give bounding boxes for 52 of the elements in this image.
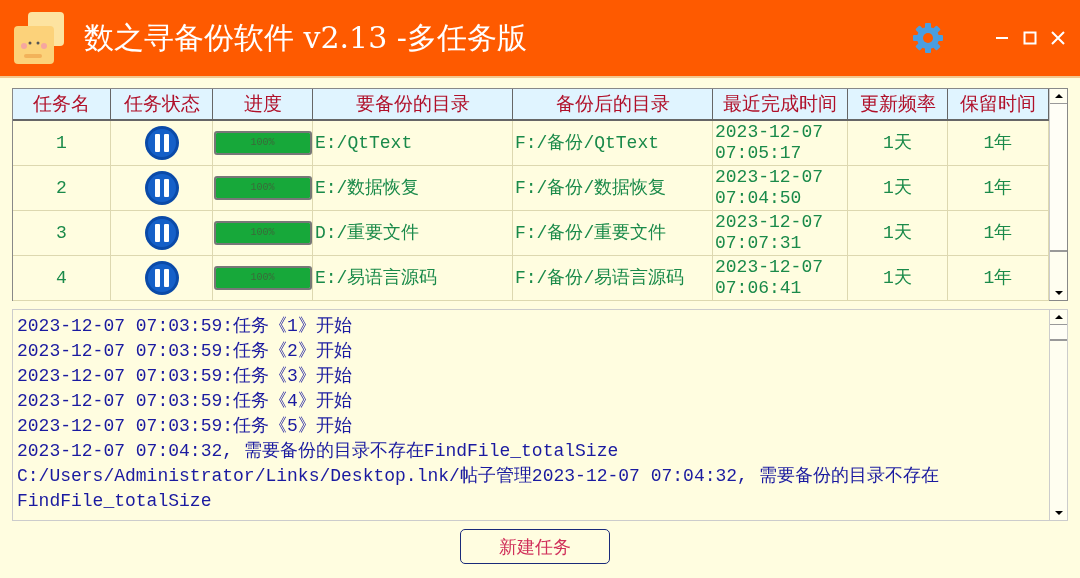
table-cell: 3 <box>13 211 111 256</box>
column-header: 更新频率 <box>848 89 948 121</box>
log-line: 2023-12-07 07:03:59:任务《3》开始 <box>17 365 353 388</box>
table-cell: D:/重要文件 <box>313 211 513 256</box>
table-cell: F:/备份/重要文件 <box>513 211 713 256</box>
table-cell: 2023-12-07 07:06:41 <box>713 256 848 301</box>
table-cell: E:/数据恢复 <box>313 166 513 211</box>
log-line: 2023-12-07 07:03:59:任务《2》开始 <box>17 340 353 363</box>
progress-label: 100% <box>249 226 276 240</box>
table-cell: 1天 <box>848 121 948 166</box>
log-line: 2023-12-07 07:03:59:任务《1》开始 <box>17 315 353 338</box>
pause-icon[interactable] <box>143 170 180 206</box>
progress-label: 100% <box>249 136 276 150</box>
log-line: 2023-12-07 07:03:59:任务《4》开始 <box>17 390 353 413</box>
table-cell: 4 <box>13 256 111 301</box>
log-line: 2023-12-07 07:04:32, 需要备份的目录不存在FindFile_totalSize <box>17 440 620 463</box>
window-title: 数之寻备份软件 v2.13 -多任务版 <box>84 18 528 57</box>
maximize-icon[interactable] <box>1022 30 1038 46</box>
new-task-button[interactable]: 新建任务 <box>460 529 610 564</box>
column-header: 进度 <box>213 89 313 121</box>
table-cell: 2 <box>13 166 111 211</box>
table-cell: 1天 <box>848 211 948 256</box>
column-header: 备份后的目录 <box>513 89 713 121</box>
pause-icon[interactable] <box>143 125 180 161</box>
column-header: 任务状态 <box>111 89 213 121</box>
pause-icon[interactable] <box>143 260 180 296</box>
table-cell: 2023-12-07 07:05:17 <box>713 121 848 166</box>
progress-label: 100% <box>249 271 276 285</box>
close-icon[interactable] <box>1050 30 1066 46</box>
table-cell: 2023-12-07 07:04:50 <box>713 166 848 211</box>
table-cell: F:/备份/QtText <box>513 121 713 166</box>
pause-icon[interactable] <box>143 215 180 251</box>
table-cell: F:/备份/数据恢复 <box>513 166 713 211</box>
scrollbar[interactable] <box>1049 310 1067 520</box>
scroll-thumb[interactable] <box>1050 324 1067 341</box>
column-header: 保留时间 <box>948 89 1049 121</box>
table-cell: 1 <box>13 121 111 166</box>
log-line: 2023-12-07 07:03:59:任务《5》开始 <box>17 415 353 438</box>
table-cell: 2023-12-07 07:07:31 <box>713 211 848 256</box>
table-cell: E:/QtText <box>313 121 513 166</box>
table-cell: 1天 <box>848 166 948 211</box>
column-header: 最近完成时间 <box>713 89 848 121</box>
scroll-thumb[interactable] <box>1050 103 1067 253</box>
table-cell: 1天 <box>848 256 948 301</box>
column-header: 任务名 <box>13 89 111 121</box>
scrollbar[interactable] <box>1049 89 1067 300</box>
progress-label: 100% <box>249 181 276 195</box>
table-cell: E:/易语言源码 <box>313 256 513 301</box>
log-line: FindFile_totalSize <box>17 490 213 513</box>
table-cell: F:/备份/易语言源码 <box>513 256 713 301</box>
column-header: 要备份的目录 <box>313 89 513 121</box>
log-line: C:/Users/Administrator/Links/Desktop.lnk/帖子管理2023-12-07 07:04:32, 需要备份的目录不存在 <box>17 465 940 488</box>
